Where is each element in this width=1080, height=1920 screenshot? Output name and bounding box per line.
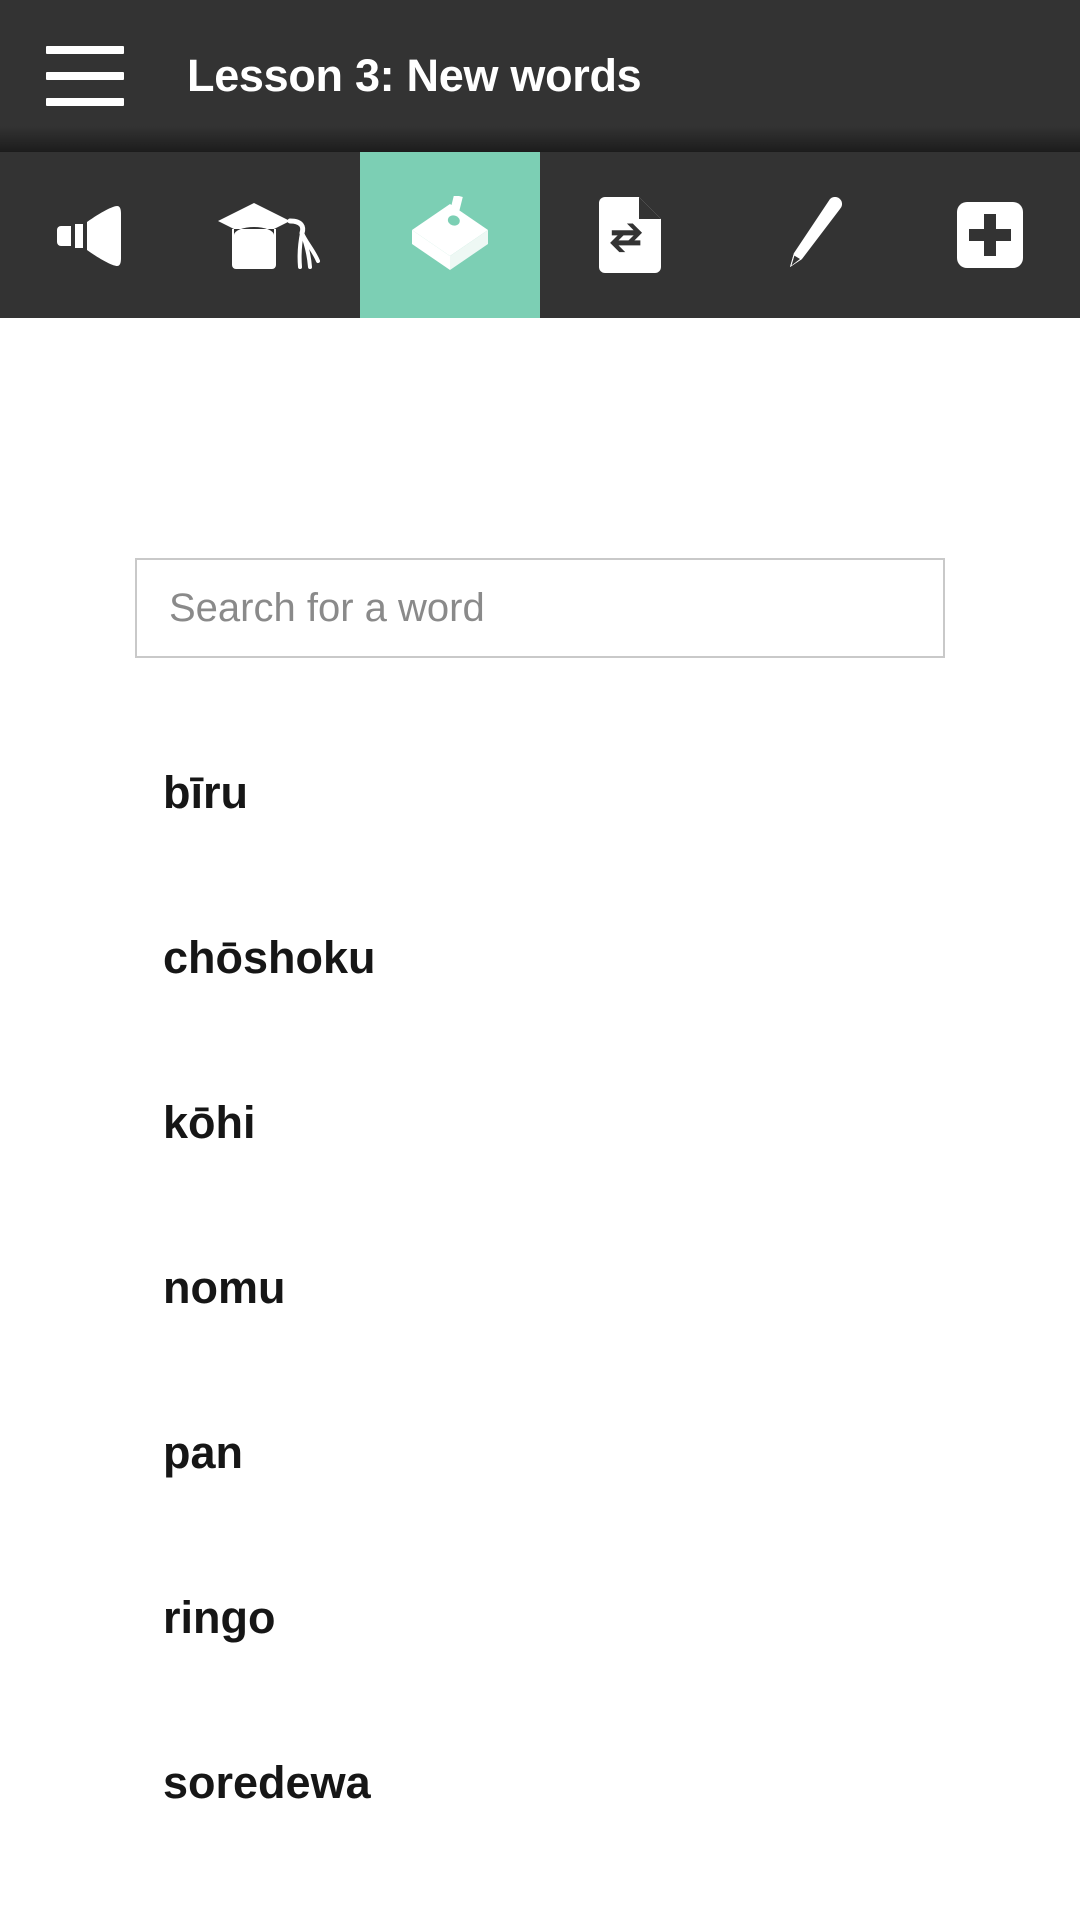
search-input[interactable]	[135, 558, 945, 658]
tab-notes[interactable]	[720, 152, 900, 318]
word-label: ringo	[163, 1592, 276, 1643]
app-root: Lesson 3: New words Search for a word bī…	[0, 0, 1080, 1920]
hamburger-bar-bottom	[46, 98, 124, 106]
page-title: Lesson 3: New words	[187, 50, 642, 101]
list-item[interactable]: pan	[0, 1370, 1080, 1535]
vocabulary-panel: bīru chōshoku kōhi nomu pan ringo sorede…	[0, 318, 1080, 1920]
word-label: kōhi	[163, 1097, 256, 1148]
search-section	[0, 558, 1080, 658]
graduation-cap-icon	[216, 199, 324, 271]
word-label: chōshoku	[163, 932, 376, 983]
word-list: bīru chōshoku kōhi nomu pan ringo sorede…	[0, 710, 1080, 1865]
megaphone-icon	[57, 204, 123, 266]
list-item[interactable]: kōhi	[0, 1040, 1080, 1205]
list-item[interactable]: bīru	[0, 710, 1080, 875]
hamburger-menu-icon[interactable]	[46, 46, 124, 106]
tab-vocabulary[interactable]	[360, 152, 540, 318]
word-label: soredewa	[163, 1757, 371, 1808]
app-header: Lesson 3: New words	[0, 0, 1080, 152]
list-item[interactable]: soredewa	[0, 1700, 1080, 1865]
plus-square-icon	[957, 202, 1023, 268]
lesson-tabbar	[0, 152, 1080, 318]
word-label: nomu	[163, 1262, 286, 1313]
hamburger-bar-middle	[46, 72, 124, 80]
list-item[interactable]: chōshoku	[0, 875, 1080, 1040]
hamburger-bar-top	[46, 46, 124, 54]
word-label: bīru	[163, 767, 248, 818]
tab-grammar[interactable]	[180, 152, 360, 318]
document-exchange-icon	[599, 197, 661, 273]
list-item[interactable]: nomu	[0, 1205, 1080, 1370]
word-label: pan	[163, 1427, 244, 1478]
word-box-icon	[408, 196, 492, 274]
tab-pronunciation[interactable]	[0, 152, 180, 318]
list-item[interactable]: ringo	[0, 1535, 1080, 1700]
tab-add[interactable]	[900, 152, 1080, 318]
pencil-icon	[778, 197, 842, 273]
tab-translation[interactable]	[540, 152, 720, 318]
